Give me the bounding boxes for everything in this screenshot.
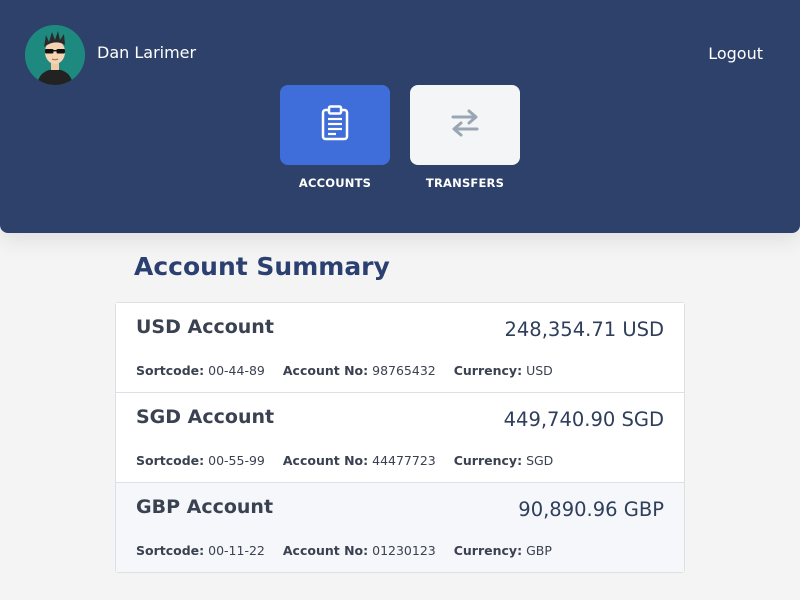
- account-no-value: 01230123: [372, 543, 436, 558]
- account-no-label: Account No:: [282, 363, 369, 378]
- currency-value: SGD: [526, 453, 554, 468]
- account-row[interactable]: SGD Account 449,740.90 SGD Sortcode: 00-…: [116, 393, 684, 483]
- page-title: Account Summary: [134, 252, 390, 281]
- account-balance: 248,354.71 USD: [504, 318, 664, 341]
- currency-label: Currency:: [453, 543, 523, 558]
- account-balance: 449,740.90 SGD: [503, 408, 664, 431]
- currency-label: Currency:: [453, 363, 523, 378]
- sortcode-label: Sortcode:: [136, 453, 205, 468]
- sortcode-value: 00-44-89: [208, 363, 265, 378]
- clipboard-icon: [320, 105, 350, 145]
- currency-label: Currency:: [453, 453, 523, 468]
- nav-transfers-label[interactable]: TRANSFERS: [410, 176, 520, 190]
- sortcode-label: Sortcode:: [136, 543, 205, 558]
- currency-value: USD: [526, 363, 553, 378]
- account-name: USD Account: [136, 316, 274, 338]
- account-details: Sortcode: 00-55-99 Account No: 44477723 …: [136, 453, 567, 468]
- top-header: Dan Larimer Logout ACCOUNTS TRANSFERS: [0, 0, 800, 233]
- transfer-arrows-icon: [449, 108, 481, 142]
- user-name: Dan Larimer: [97, 43, 197, 62]
- sortcode-value: 00-55-99: [208, 453, 265, 468]
- currency-value: GBP: [526, 543, 552, 558]
- account-no-label: Account No:: [282, 453, 369, 468]
- account-balance: 90,890.96 GBP: [518, 498, 664, 521]
- account-details: Sortcode: 00-44-89 Account No: 98765432 …: [136, 363, 567, 378]
- account-name: SGD Account: [136, 406, 275, 428]
- account-no-label: Account No:: [282, 543, 369, 558]
- account-row[interactable]: USD Account 248,354.71 USD Sortcode: 00-…: [116, 303, 684, 393]
- account-no-value: 98765432: [372, 363, 436, 378]
- nav-accounts-label[interactable]: ACCOUNTS: [280, 176, 390, 190]
- account-row[interactable]: GBP Account 90,890.96 GBP Sortcode: 00-1…: [116, 483, 684, 572]
- nav-accounts-button[interactable]: [280, 85, 390, 165]
- accounts-list: USD Account 248,354.71 USD Sortcode: 00-…: [115, 302, 685, 573]
- account-name: GBP Account: [136, 496, 274, 518]
- sortcode-value: 00-11-22: [208, 543, 265, 558]
- logout-link[interactable]: Logout: [708, 44, 763, 63]
- nav-transfers-button[interactable]: [410, 85, 520, 165]
- sortcode-label: Sortcode:: [136, 363, 205, 378]
- account-details: Sortcode: 00-11-22 Account No: 01230123 …: [136, 543, 566, 558]
- avatar[interactable]: [25, 25, 85, 85]
- account-no-value: 44477723: [372, 453, 436, 468]
